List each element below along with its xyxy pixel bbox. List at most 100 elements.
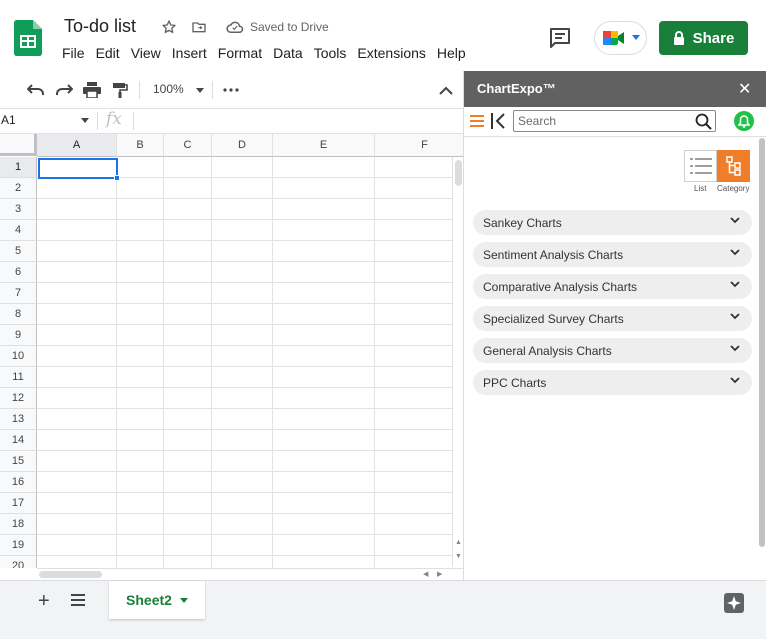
sheets-logo-icon[interactable] bbox=[14, 20, 42, 56]
category-comparative-analysis-charts[interactable]: Comparative Analysis Charts bbox=[473, 274, 752, 299]
select-all-corner[interactable] bbox=[0, 134, 37, 156]
menu-help[interactable]: Help bbox=[437, 45, 474, 61]
cell-area[interactable] bbox=[37, 157, 452, 568]
explore-icon[interactable] bbox=[722, 591, 746, 615]
row-header[interactable]: 4 bbox=[0, 220, 37, 241]
row-header[interactable]: 1 bbox=[0, 157, 37, 178]
notifications-bell-icon[interactable] bbox=[734, 111, 754, 131]
meet-button[interactable] bbox=[594, 21, 647, 55]
row-header[interactable]: 7 bbox=[0, 283, 37, 304]
menu-bar: File Edit View Insert Format Data Tools … bbox=[62, 45, 477, 61]
meet-icon bbox=[602, 31, 624, 45]
print-icon[interactable] bbox=[82, 80, 102, 100]
row-header[interactable]: 16 bbox=[0, 472, 37, 493]
fx-icon: fx bbox=[106, 109, 122, 129]
column-header-b[interactable]: B bbox=[117, 134, 164, 157]
row-header[interactable]: 12 bbox=[0, 388, 37, 409]
row-header[interactable]: 9 bbox=[0, 325, 37, 346]
row-header[interactable]: 20 bbox=[0, 556, 37, 568]
menu-insert[interactable]: Insert bbox=[172, 45, 215, 61]
document-title[interactable]: To-do list bbox=[64, 16, 136, 37]
title-bar: To-do list Saved to Drive File Edit View… bbox=[0, 0, 766, 70]
toolbar-divider bbox=[139, 81, 140, 99]
category-ppc-charts[interactable]: PPC Charts bbox=[473, 370, 752, 395]
menu-file[interactable]: File bbox=[62, 45, 93, 61]
cloud-saved-icon[interactable] bbox=[226, 18, 244, 36]
sheet-tab-sheet2[interactable]: Sheet2 bbox=[109, 581, 205, 619]
name-box[interactable]: A1 bbox=[0, 113, 92, 127]
chartexpo-sidebar: ChartExpo™ ✕ Search List Category Sankey… bbox=[463, 71, 766, 580]
row-header[interactable]: 5 bbox=[0, 241, 37, 262]
horizontal-scroll-thumb[interactable] bbox=[39, 571, 102, 578]
menu-format[interactable]: Format bbox=[218, 45, 270, 61]
formula-divider bbox=[133, 112, 134, 130]
row-header[interactable]: 13 bbox=[0, 409, 37, 430]
menu-edit[interactable]: Edit bbox=[96, 45, 128, 61]
name-box-dropdown-icon[interactable] bbox=[81, 118, 89, 123]
more-options-icon[interactable] bbox=[221, 80, 241, 100]
category-label: Specialized Survey Charts bbox=[483, 311, 624, 326]
sheet-tab-dropdown-icon[interactable] bbox=[179, 597, 188, 603]
add-sheet-icon[interactable]: + bbox=[38, 590, 50, 613]
column-header-d[interactable]: D bbox=[212, 134, 273, 157]
column-header-a[interactable]: A bbox=[37, 134, 117, 157]
scroll-left-icon[interactable]: ◀ bbox=[423, 570, 428, 578]
paint-format-icon[interactable] bbox=[110, 80, 130, 100]
share-button[interactable]: Share bbox=[659, 21, 748, 55]
row-header[interactable]: 19 bbox=[0, 535, 37, 556]
category-general-analysis-charts[interactable]: General Analysis Charts bbox=[473, 338, 752, 363]
saved-status: Saved to Drive bbox=[250, 20, 329, 34]
close-icon[interactable]: ✕ bbox=[738, 79, 751, 99]
zoom-select[interactable]: 100% bbox=[153, 82, 184, 96]
category-label: Sentiment Analysis Charts bbox=[483, 247, 624, 262]
undo-icon[interactable] bbox=[26, 80, 46, 100]
collapse-menus-icon[interactable] bbox=[436, 80, 456, 100]
back-icon[interactable] bbox=[491, 112, 507, 130]
row-header[interactable]: 8 bbox=[0, 304, 37, 325]
row-header[interactable]: 15 bbox=[0, 451, 37, 472]
fill-handle[interactable] bbox=[114, 175, 120, 181]
sidebar-title: ChartExpo™ bbox=[477, 81, 556, 96]
sidebar-scrollbar[interactable] bbox=[759, 138, 765, 547]
vertical-scrollbar[interactable]: ▲ ▼ bbox=[452, 157, 463, 567]
zoom-dropdown-icon[interactable] bbox=[190, 80, 210, 100]
hamburger-menu-icon[interactable] bbox=[470, 115, 484, 127]
menu-tools[interactable]: Tools bbox=[314, 45, 355, 61]
row-header[interactable]: 18 bbox=[0, 514, 37, 535]
move-folder-icon[interactable] bbox=[190, 18, 208, 36]
category-sentiment-analysis-charts[interactable]: Sentiment Analysis Charts bbox=[473, 242, 752, 267]
column-header-e[interactable]: E bbox=[273, 134, 375, 157]
active-cell-a1[interactable] bbox=[38, 158, 118, 179]
scroll-up-icon[interactable]: ▲ bbox=[455, 539, 462, 546]
row-header[interactable]: 10 bbox=[0, 346, 37, 367]
row-header[interactable]: 6 bbox=[0, 262, 37, 283]
spreadsheet-grid[interactable]: A B C D E F 1 2 3 4 5 6 7 8 9 10 11 12 1… bbox=[0, 134, 463, 568]
comment-history-icon[interactable] bbox=[548, 26, 572, 50]
row-header[interactable]: 2 bbox=[0, 178, 37, 199]
vertical-scroll-thumb[interactable] bbox=[455, 160, 462, 186]
redo-icon[interactable] bbox=[54, 80, 74, 100]
category-sankey-charts[interactable]: Sankey Charts bbox=[473, 210, 752, 235]
row-header[interactable]: 17 bbox=[0, 493, 37, 514]
scroll-right-icon[interactable]: ▶ bbox=[437, 570, 442, 578]
search-icon[interactable] bbox=[695, 113, 712, 130]
category-view-button[interactable] bbox=[717, 150, 750, 182]
menu-extensions[interactable]: Extensions bbox=[357, 45, 433, 61]
list-view-button[interactable] bbox=[684, 150, 717, 182]
category-specialized-survey-charts[interactable]: Specialized Survey Charts bbox=[473, 306, 752, 331]
category-label: PPC Charts bbox=[483, 375, 547, 390]
scroll-down-icon[interactable]: ▼ bbox=[455, 553, 462, 560]
row-header[interactable]: 14 bbox=[0, 430, 37, 451]
menu-data[interactable]: Data bbox=[273, 45, 311, 61]
menu-view[interactable]: View bbox=[131, 45, 169, 61]
all-sheets-icon[interactable] bbox=[71, 594, 85, 606]
column-header-c[interactable]: C bbox=[164, 134, 212, 157]
column-header-f[interactable]: F bbox=[375, 134, 463, 157]
row-header[interactable]: 3 bbox=[0, 199, 37, 220]
category-label: Comparative Analysis Charts bbox=[483, 279, 638, 294]
sidebar-header: ChartExpo™ ✕ bbox=[464, 71, 766, 107]
search-input[interactable] bbox=[518, 113, 688, 129]
row-header[interactable]: 11 bbox=[0, 367, 37, 388]
star-icon[interactable] bbox=[160, 18, 178, 36]
horizontal-scrollbar[interactable]: ◀ ▶ bbox=[37, 568, 463, 580]
